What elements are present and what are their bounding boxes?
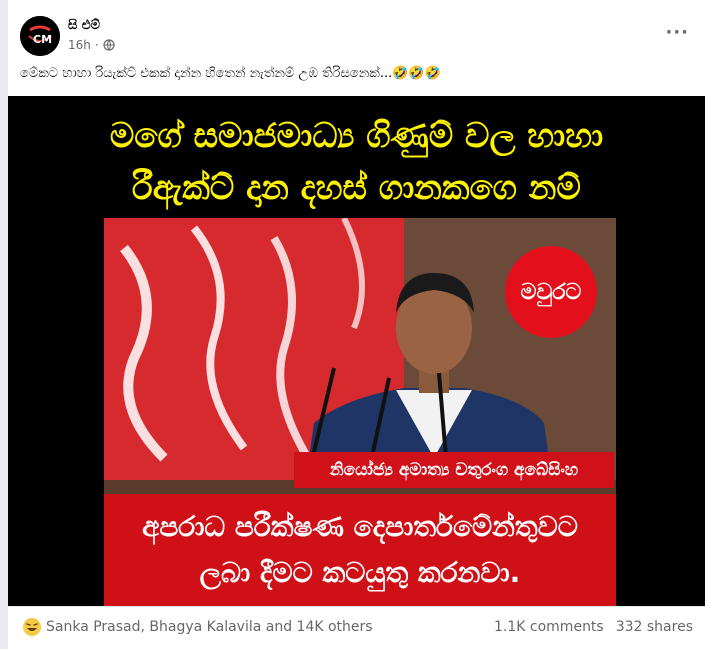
svg-text:CM: CM <box>33 33 52 46</box>
author-name[interactable]: සි එම් <box>68 18 100 33</box>
haha-reaction-icon[interactable] <box>22 617 42 637</box>
post-header: CM සි එම් 16h · ··· <box>8 0 705 64</box>
speaker-name-tag: නියෝජ්‍ය අමාත්‍ය චතුරංග අබේසිංහ <box>294 452 614 488</box>
post-card: CM සි එම් 16h · ··· මේකට හාහා රියැක්ට් එ… <box>8 0 705 650</box>
post-footer: Sanka Prasad, Bhagya Kalavila and 14K ot… <box>8 606 705 650</box>
headline-line-1: මගේ සමාජමාධ්‍ය ගිණුම් වල හාහා <box>109 116 604 156</box>
post-image[interactable]: මගේ සමාජමාධ්‍ය ගිණුම් වල හාහා රීඇක්ට් දා… <box>8 96 705 606</box>
reactors-summary[interactable]: Sanka Prasad, Bhagya Kalavila and 14K ot… <box>46 619 373 635</box>
bottom-line-1: අපරාධ පරීක්ෂණ දෙපාර්තමේන්තුවට <box>142 510 578 543</box>
post-caption: මේකට හාහා රියැක්ට් එකක් දාන්න හිතෙන් නැත… <box>20 66 441 81</box>
meta-separator: · <box>94 38 99 52</box>
author-logo-icon: CM <box>20 16 60 56</box>
page-background-strip <box>0 0 8 649</box>
globe-icon <box>103 39 115 51</box>
engagement-counts: 1.1K comments 332 shares <box>494 619 693 635</box>
post-meta: 16h · <box>68 38 115 52</box>
more-options-icon[interactable]: ··· <box>665 22 689 43</box>
headline-line-2: රීඇක්ට් දාන දහස් ගානකගෙ නම් <box>132 168 581 208</box>
image-headline: මගේ සමාජමාධ්‍ය ගිණුම් වල හාහා රීඇක්ට් දා… <box>8 110 705 214</box>
author-avatar[interactable]: CM <box>20 16 60 56</box>
shares-count[interactable]: 332 shares <box>616 619 693 635</box>
image-bottom-text: අපරාධ පරීක්ෂණ දෙපාර්තමේන්තුවට ලබා දීමට ක… <box>104 494 616 606</box>
comments-count[interactable]: 1.1K comments <box>494 619 604 635</box>
bottom-line-2: ලබා දීමට කටයුතු කරනවා. <box>199 556 521 589</box>
news-badge: මවුරට <box>505 246 597 338</box>
post-time[interactable]: 16h <box>68 38 91 52</box>
